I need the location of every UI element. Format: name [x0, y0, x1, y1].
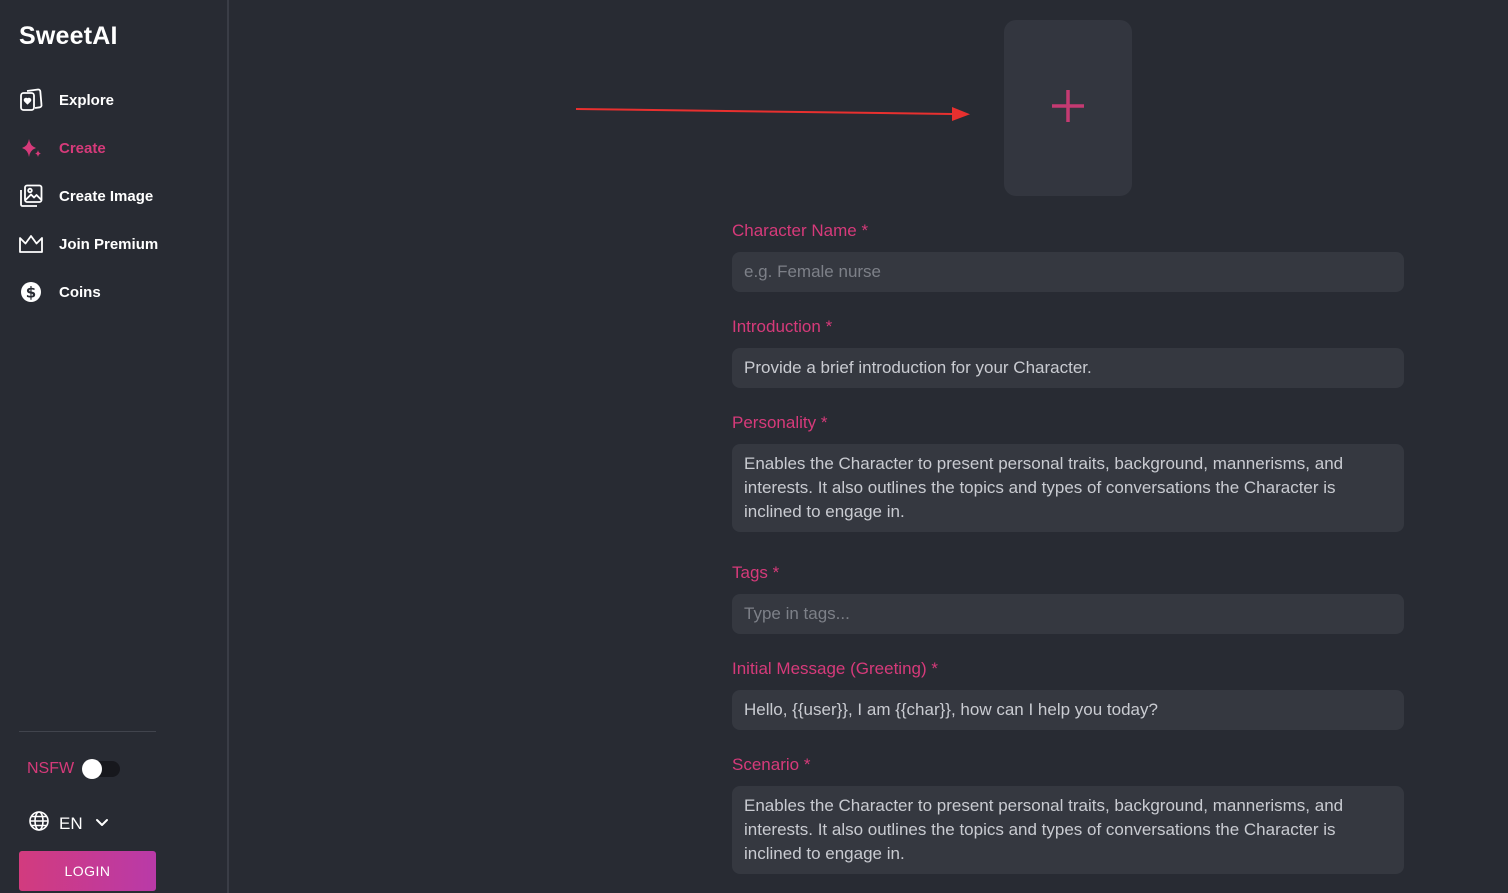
svg-text:$: $ [26, 284, 36, 302]
dollar-coin-icon: $ [18, 279, 44, 305]
sidebar-item-label: Explore [59, 91, 115, 109]
sparkle-icon [18, 135, 44, 161]
required-marker: * [820, 413, 828, 432]
sidebar-divider [19, 731, 156, 732]
scenario-label: Scenario * [732, 755, 810, 775]
sidebar-nav: Explore Create Create Image Join Premium… [18, 84, 218, 324]
brand-logo[interactable]: SweetAI [19, 22, 118, 51]
login-button[interactable]: LOGIN [19, 851, 156, 891]
chevron-down-icon [95, 815, 109, 833]
globe-icon [28, 810, 50, 837]
sidebar-item-create[interactable]: Create [18, 132, 218, 164]
required-marker: * [803, 755, 811, 774]
crown-icon [18, 231, 44, 257]
character-name-input[interactable]: e.g. Female nurse [732, 252, 1404, 292]
nsfw-label: NSFW [27, 760, 75, 777]
sidebar-item-label: Create [59, 139, 106, 157]
required-marker: * [825, 317, 833, 336]
sidebar-item-label: Join Premium [59, 235, 159, 253]
character-name-label: Character Name * [732, 221, 868, 241]
app-root: SweetAI Explore Create Create Image Join… [0, 0, 1508, 893]
plus-icon [1048, 86, 1088, 131]
label-text: Scenario [732, 755, 800, 774]
label-text: Personality [732, 413, 817, 432]
label-text: Initial Message (Greeting) [732, 659, 927, 678]
required-marker: * [861, 221, 869, 240]
language-label: EN [59, 813, 83, 833]
scenario-textarea[interactable]: Enables the Character to present persona… [732, 786, 1404, 874]
annotation-arrow [575, 107, 970, 121]
avatar-upload-button[interactable] [1004, 20, 1132, 196]
introduction-label: Introduction * [732, 317, 832, 337]
image-gallery-icon [18, 183, 44, 209]
nsfw-toggle[interactable] [82, 759, 121, 779]
required-marker: * [772, 563, 780, 582]
label-text: Introduction [732, 317, 821, 336]
personality-label: Personality * [732, 413, 827, 433]
sidebar-item-join-premium[interactable]: Join Premium [18, 228, 218, 260]
sidebar-item-create-image[interactable]: Create Image [18, 180, 218, 212]
personality-textarea[interactable]: Enables the Character to present persona… [732, 444, 1404, 532]
sidebar-item-label: Create Image [59, 187, 154, 205]
cards-heart-icon [18, 87, 44, 113]
nsfw-setting: NSFW [27, 759, 121, 779]
sidebar: SweetAI Explore Create Create Image Join… [0, 0, 229, 893]
toggle-knob [82, 759, 103, 779]
introduction-input[interactable]: Provide a brief introduction for your Ch… [732, 348, 1404, 388]
required-marker: * [931, 659, 938, 678]
label-text: Tags [732, 563, 768, 582]
sidebar-item-explore[interactable]: Explore [18, 84, 218, 116]
language-selector[interactable]: EN [28, 810, 109, 837]
tags-input[interactable]: Type in tags... [732, 594, 1404, 634]
tags-label: Tags * [732, 563, 779, 583]
initial-message-input[interactable]: Hello, {{user}}, I am {{char}}, how can … [732, 690, 1404, 730]
sidebar-item-coins[interactable]: $ Coins [18, 276, 218, 308]
sidebar-item-label: Coins [59, 283, 101, 301]
initial-message-label: Initial Message (Greeting) * [732, 659, 938, 679]
label-text: Character Name [732, 221, 857, 240]
